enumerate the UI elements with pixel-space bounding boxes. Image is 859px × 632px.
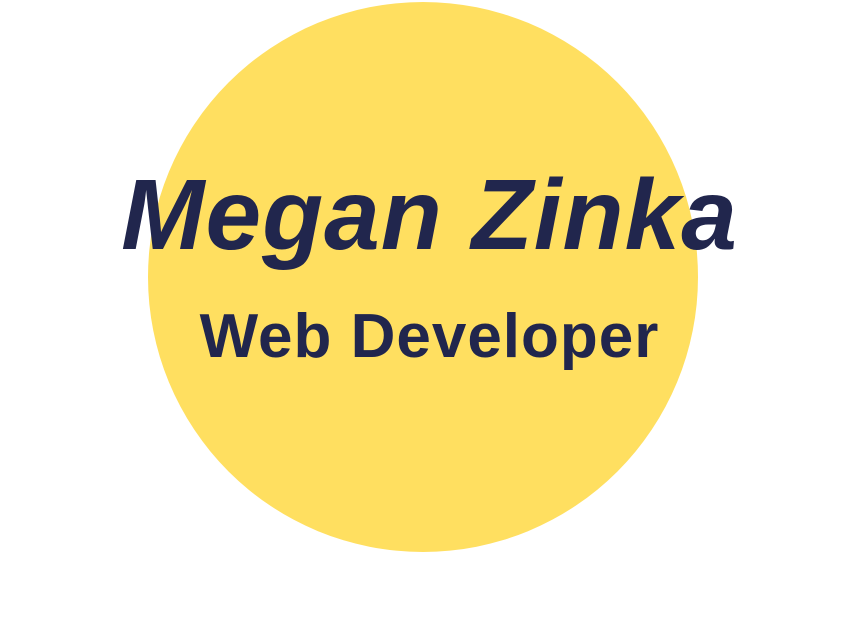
hero-name: Megan Zinka	[121, 159, 738, 271]
hero-section: Megan Zinka Web Developer	[0, 0, 859, 632]
hero-role: Web Developer	[199, 302, 660, 371]
yellow-circle-decoration	[148, 2, 698, 552]
